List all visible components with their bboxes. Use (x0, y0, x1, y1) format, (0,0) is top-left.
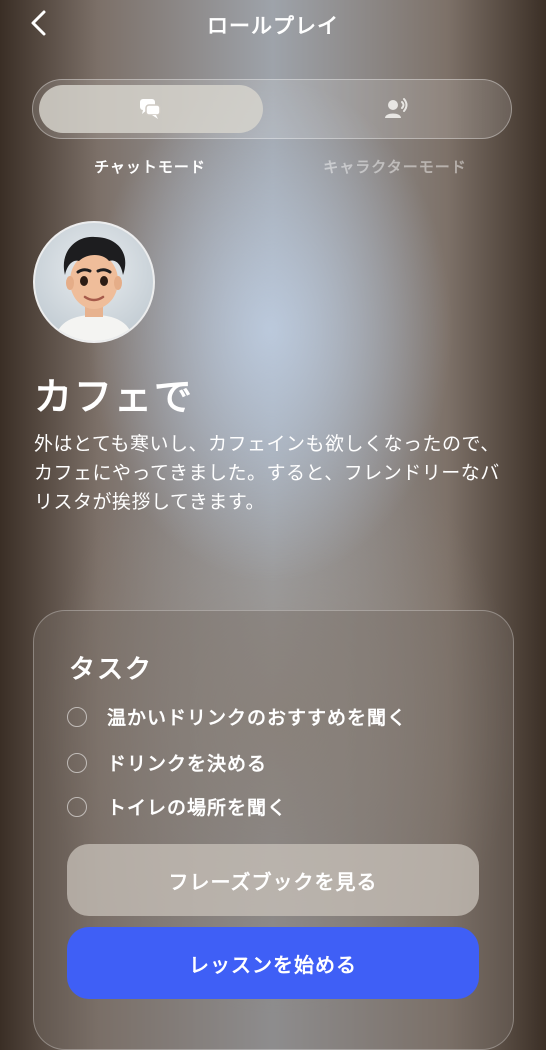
task-title: タスク (69, 655, 154, 685)
task-label: トイレの場所を聞く (107, 797, 288, 819)
task-label: ドリンクを決める (107, 753, 268, 775)
scene-description: 外はとても寒いし、カフェインも欲しくなったので、カフェにやってきました。すると、… (34, 433, 500, 513)
chat-bubbles-icon (137, 96, 163, 122)
page-title: ロールプレイ (207, 14, 339, 38)
mode-label-character[interactable]: キャラクターモード (275, 156, 515, 177)
mode-label-chat[interactable]: チャットモード (30, 156, 270, 177)
top-bar: ロールプレイ (0, 0, 546, 48)
avatar (33, 221, 155, 343)
phrasebook-button[interactable]: フレーズブックを見る (67, 844, 479, 916)
task-checkbox[interactable] (67, 797, 87, 817)
speaking-person-icon (383, 96, 409, 122)
task-checkbox[interactable] (67, 753, 87, 773)
start-lesson-button[interactable]: レッスンを始める (67, 927, 479, 999)
task-card: タスク 温かいドリンクのおすすめを聞く ドリンクを決める トイレの場所を聞く フ… (33, 610, 514, 1050)
mode-switcher (32, 79, 512, 139)
scene-title: カフェで (34, 375, 195, 419)
task-checkbox[interactable] (67, 707, 87, 727)
task-label: 温かいドリンクのおすすめを聞く (107, 707, 408, 729)
